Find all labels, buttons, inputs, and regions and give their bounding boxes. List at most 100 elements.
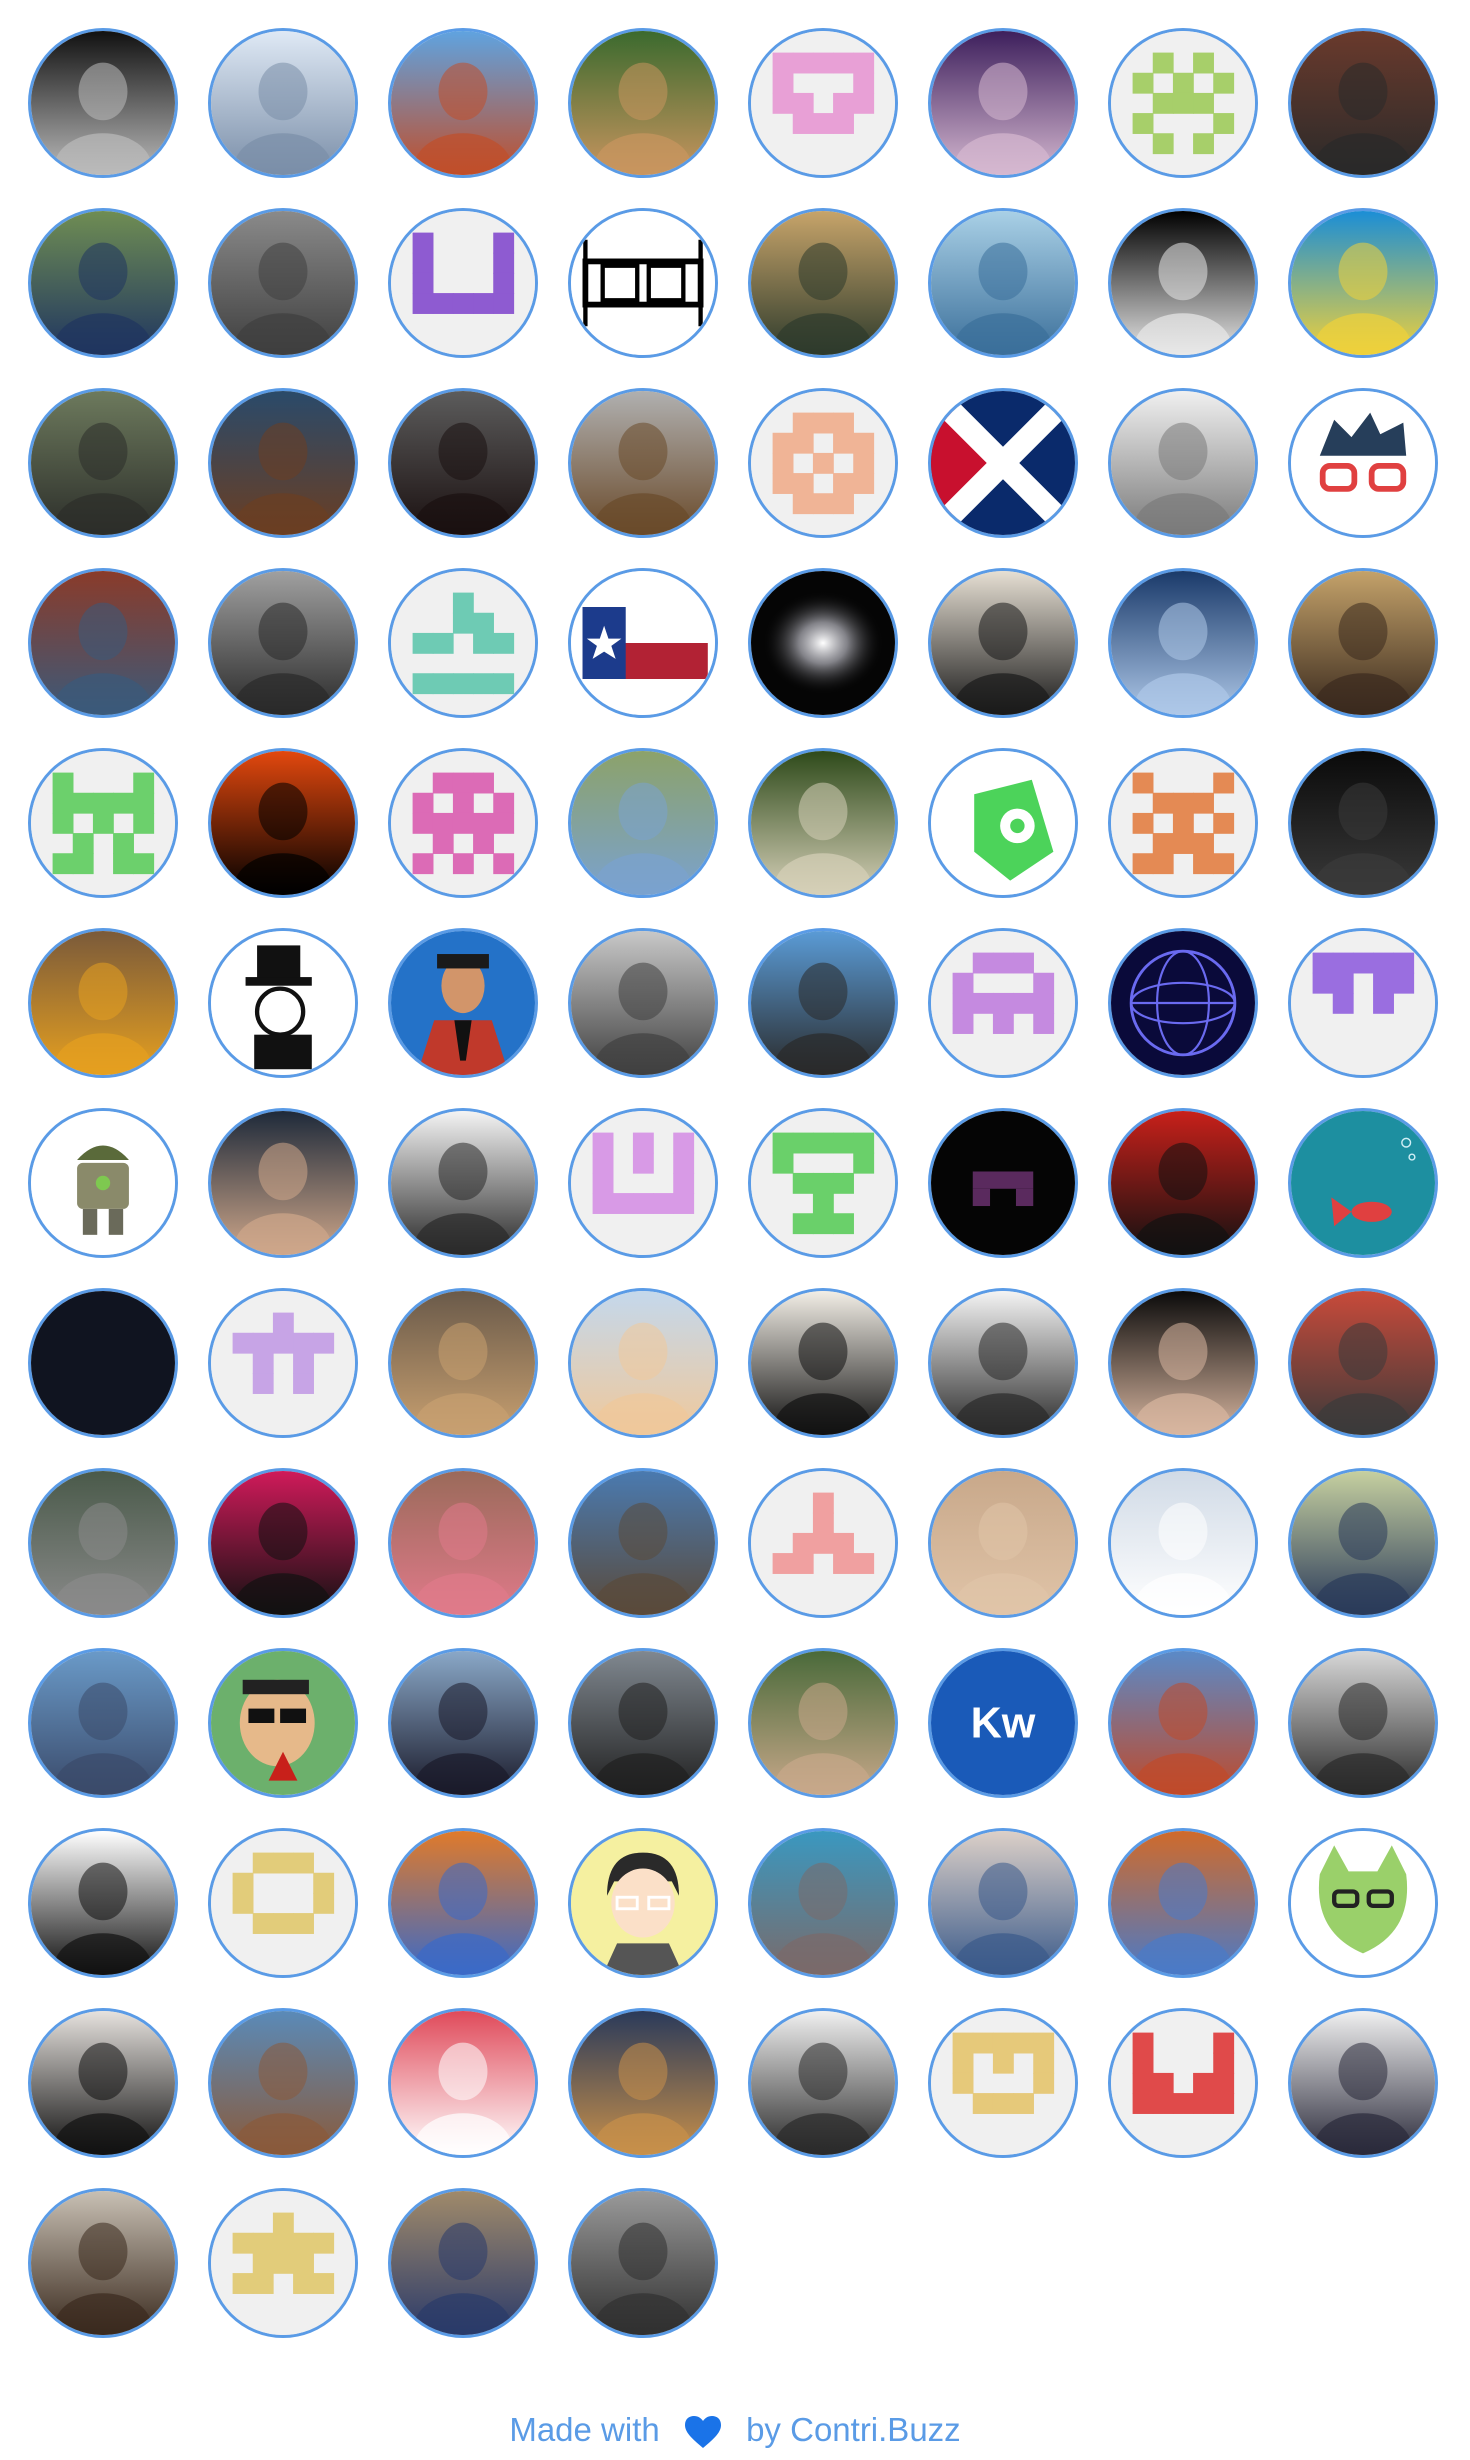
contributor-avatar[interactable] <box>388 208 538 358</box>
contributor-avatar[interactable] <box>1288 568 1438 718</box>
contributor-avatar[interactable] <box>1108 2008 1258 2158</box>
contributor-avatar[interactable] <box>1288 1108 1438 1258</box>
contributor-avatar[interactable] <box>568 388 718 538</box>
contributor-avatar[interactable] <box>928 28 1078 178</box>
contributor-avatar[interactable] <box>1288 1288 1438 1438</box>
contributor-avatar[interactable] <box>28 1108 178 1258</box>
contributor-avatar[interactable] <box>28 1468 178 1618</box>
contributor-avatar[interactable] <box>208 1828 358 1978</box>
contributor-avatar[interactable] <box>1108 1288 1258 1438</box>
contributor-avatar[interactable] <box>208 1468 358 1618</box>
contributor-avatar[interactable] <box>388 928 538 1078</box>
contributor-avatar[interactable] <box>388 2188 538 2338</box>
contributor-avatar[interactable] <box>388 28 538 178</box>
contributor-avatar[interactable] <box>748 1648 898 1798</box>
contributor-avatar[interactable] <box>1288 1828 1438 1978</box>
contributor-avatar[interactable] <box>388 1108 538 1258</box>
contributor-avatar[interactable] <box>928 1108 1078 1258</box>
contributor-avatar[interactable] <box>748 208 898 358</box>
contributor-avatar[interactable] <box>1288 1468 1438 1618</box>
contributor-avatar[interactable] <box>28 208 178 358</box>
contributor-avatar[interactable] <box>208 748 358 898</box>
contributor-avatar[interactable] <box>748 1468 898 1618</box>
contributor-avatar[interactable] <box>748 748 898 898</box>
contributor-avatar[interactable] <box>568 1288 718 1438</box>
contributor-avatar[interactable] <box>1108 1108 1258 1258</box>
contributor-avatar[interactable] <box>28 568 178 718</box>
contributor-avatar[interactable] <box>1288 28 1438 178</box>
contributor-avatar[interactable] <box>208 928 358 1078</box>
contributor-avatar[interactable] <box>388 568 538 718</box>
contributor-avatar[interactable] <box>28 928 178 1078</box>
contributor-avatar[interactable] <box>28 2188 178 2338</box>
contributor-avatar[interactable] <box>1108 208 1258 358</box>
contributor-avatar[interactable] <box>928 388 1078 538</box>
contributor-avatar[interactable] <box>928 568 1078 718</box>
contributor-avatar[interactable] <box>568 2188 718 2338</box>
contributor-avatar[interactable] <box>208 1648 358 1798</box>
contributor-avatar[interactable] <box>28 1648 178 1798</box>
contributor-avatar[interactable] <box>208 1288 358 1438</box>
contributor-avatar[interactable] <box>208 2188 358 2338</box>
contributor-avatar[interactable] <box>568 1468 718 1618</box>
contributor-avatar[interactable] <box>388 748 538 898</box>
contributor-avatar[interactable] <box>748 928 898 1078</box>
contributor-avatar[interactable] <box>1288 388 1438 538</box>
contributor-avatar[interactable] <box>208 28 358 178</box>
contributor-avatar[interactable] <box>28 1288 178 1438</box>
contributor-avatar[interactable] <box>208 568 358 718</box>
contributor-avatar[interactable] <box>1108 1648 1258 1798</box>
contributor-avatar[interactable] <box>388 1828 538 1978</box>
contributor-avatar[interactable] <box>208 2008 358 2158</box>
contributor-avatar[interactable] <box>568 2008 718 2158</box>
contributor-avatar[interactable] <box>568 928 718 1078</box>
contributor-avatar[interactable] <box>748 1108 898 1258</box>
contributor-avatar[interactable] <box>748 2008 898 2158</box>
contributor-avatar[interactable] <box>28 28 178 178</box>
brand-link[interactable]: Contri.Buzz <box>790 2411 961 2448</box>
contributor-avatar[interactable]: Kw <box>928 1648 1078 1798</box>
contributor-avatar[interactable] <box>388 1288 538 1438</box>
contributor-avatar[interactable] <box>928 928 1078 1078</box>
contributor-avatar[interactable] <box>1108 28 1258 178</box>
contributor-avatar[interactable] <box>748 28 898 178</box>
contributor-avatar[interactable] <box>568 1648 718 1798</box>
contributor-avatar[interactable] <box>928 1828 1078 1978</box>
contributor-avatar[interactable] <box>1108 748 1258 898</box>
contributor-avatar[interactable] <box>1288 1648 1438 1798</box>
contributor-avatar[interactable] <box>208 1108 358 1258</box>
contributor-avatar[interactable] <box>388 1648 538 1798</box>
contributor-avatar[interactable] <box>1108 388 1258 538</box>
contributor-avatar[interactable] <box>1288 928 1438 1078</box>
contributor-avatar[interactable] <box>1108 928 1258 1078</box>
contributor-avatar[interactable] <box>568 1828 718 1978</box>
contributor-avatar[interactable] <box>28 1828 178 1978</box>
contributor-avatar[interactable] <box>928 1288 1078 1438</box>
contributor-avatar[interactable] <box>388 2008 538 2158</box>
contributor-avatar[interactable] <box>208 208 358 358</box>
contributor-avatar[interactable] <box>568 748 718 898</box>
contributor-avatar[interactable] <box>568 208 718 358</box>
contributor-avatar[interactable] <box>1108 1828 1258 1978</box>
contributor-avatar[interactable] <box>928 2008 1078 2158</box>
contributor-avatar[interactable] <box>1288 208 1438 358</box>
contributor-avatar[interactable] <box>568 1108 718 1258</box>
contributor-avatar[interactable] <box>568 28 718 178</box>
contributor-avatar[interactable] <box>928 1468 1078 1618</box>
contributor-avatar[interactable] <box>928 748 1078 898</box>
contributor-avatar[interactable] <box>208 388 358 538</box>
contributor-avatar[interactable] <box>928 208 1078 358</box>
contributor-avatar[interactable] <box>28 748 178 898</box>
contributor-avatar[interactable] <box>1108 1468 1258 1618</box>
contributor-avatar[interactable] <box>748 568 898 718</box>
contributor-avatar[interactable] <box>568 568 718 718</box>
contributor-avatar[interactable] <box>28 388 178 538</box>
contributor-avatar[interactable] <box>388 1468 538 1618</box>
contributor-avatar[interactable] <box>1288 748 1438 898</box>
contributor-avatar[interactable] <box>748 1288 898 1438</box>
contributor-avatar[interactable] <box>748 388 898 538</box>
contributor-avatar[interactable] <box>1108 568 1258 718</box>
contributor-avatar[interactable] <box>388 388 538 538</box>
contributor-avatar[interactable] <box>1288 2008 1438 2158</box>
contributor-avatar[interactable] <box>748 1828 898 1978</box>
